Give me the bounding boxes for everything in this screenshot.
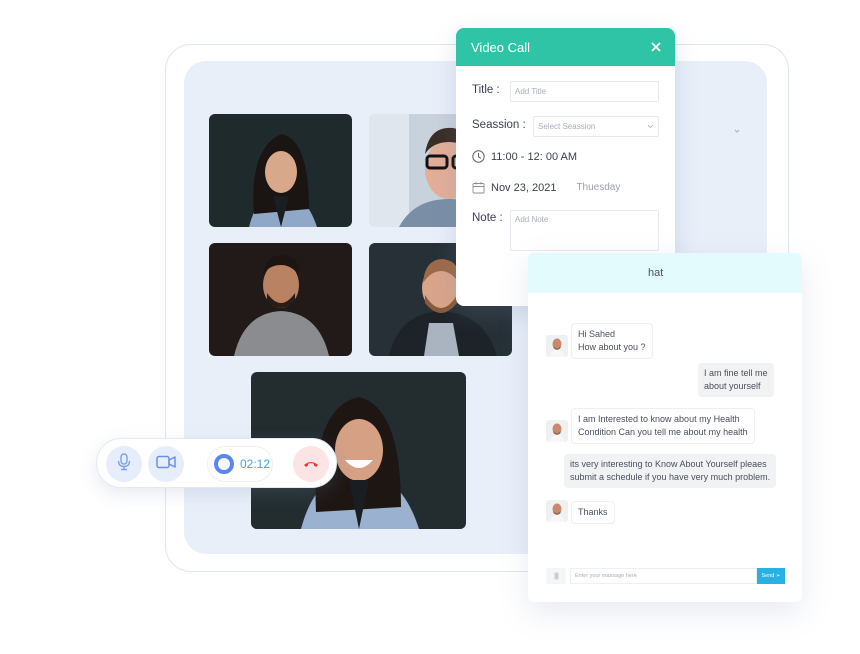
chat-message: its very interesting to Know About Yours…: [564, 454, 777, 488]
call-controls-bar: 02:12: [96, 438, 337, 488]
message-line: How about you ?: [578, 342, 646, 352]
avatar: [546, 335, 568, 357]
note-textarea[interactable]: Add Note: [510, 210, 659, 251]
title-placeholder: Add Title: [515, 87, 547, 96]
video-tile-participant-3[interactable]: [209, 243, 352, 356]
call-timer: 02:12: [207, 446, 273, 482]
paperclip-icon: [554, 567, 559, 585]
message-placeholder: Enter your massage here: [575, 573, 637, 579]
video-tile-participant-1[interactable]: [209, 114, 352, 227]
mute-button[interactable]: [106, 446, 142, 482]
recording-ring-icon: [214, 454, 234, 474]
message-input[interactable]: Enter your massage here: [570, 568, 757, 584]
date: Nov 23, 2021: [491, 181, 557, 194]
chat-header: hat: [528, 253, 802, 293]
close-icon[interactable]: [651, 40, 661, 54]
calendar-icon: [472, 181, 485, 194]
chat-composer: Enter your massage here Send ➢: [546, 568, 786, 585]
microphone-icon: [116, 452, 132, 476]
modal-header: Video Call: [456, 28, 675, 66]
message-line: I am Interested to know about my Health: [578, 414, 740, 424]
title-label: Title :: [472, 84, 500, 96]
message-line: its very interesting to Know About Yours…: [570, 459, 767, 469]
note-label: Note :: [472, 212, 503, 224]
camera-toggle-button[interactable]: [148, 446, 184, 482]
session-select[interactable]: Select Seassion: [533, 116, 659, 137]
title-input[interactable]: Add Title: [510, 81, 659, 102]
phone-hangup-icon: [303, 455, 319, 473]
message-line: submit a schedule if you have very much …: [570, 472, 771, 482]
weekday: Thuesday: [576, 182, 621, 193]
clock-icon: [472, 150, 485, 163]
time-range: 11:00 - 12: 00 AM: [491, 150, 578, 163]
chat-message: Hi Sahed How about you ?: [571, 323, 653, 359]
session-placeholder: Select Seassion: [538, 122, 596, 131]
chat-message: Thanks: [571, 501, 615, 524]
message-line: I am fine tell me: [704, 368, 768, 378]
avatar: [546, 420, 568, 442]
date-row: Nov 23, 2021 Thuesday: [472, 181, 620, 194]
chat-message: I am fine tell me about yourself: [698, 363, 774, 397]
chat-message: I am Interested to know about my Health …: [571, 408, 755, 444]
attach-button[interactable]: [546, 568, 566, 584]
chevron-down-icon[interactable]: [733, 127, 741, 135]
modal-title: Video Call: [471, 39, 531, 55]
video-camera-icon: [156, 455, 176, 474]
note-placeholder: Add Note: [515, 215, 549, 224]
chat-title: hat: [648, 267, 664, 279]
message-line: Hi Sahed: [578, 329, 616, 339]
chevron-down-icon: [647, 122, 654, 131]
message-line: Thanks: [578, 507, 608, 517]
avatar: [546, 500, 568, 522]
message-line: Condition Can you tell me about my healt…: [578, 427, 748, 437]
chat-panel: hat Hi Sahed How about you ? I am fine t…: [528, 253, 802, 602]
time-row: 11:00 - 12: 00 AM: [472, 150, 577, 163]
end-call-button[interactable]: [293, 446, 329, 482]
message-line: about yourself: [704, 381, 761, 391]
call-duration: 02:12: [240, 457, 271, 471]
session-label: Seassion :: [472, 119, 526, 131]
send-button[interactable]: Send ➢: [757, 568, 785, 584]
